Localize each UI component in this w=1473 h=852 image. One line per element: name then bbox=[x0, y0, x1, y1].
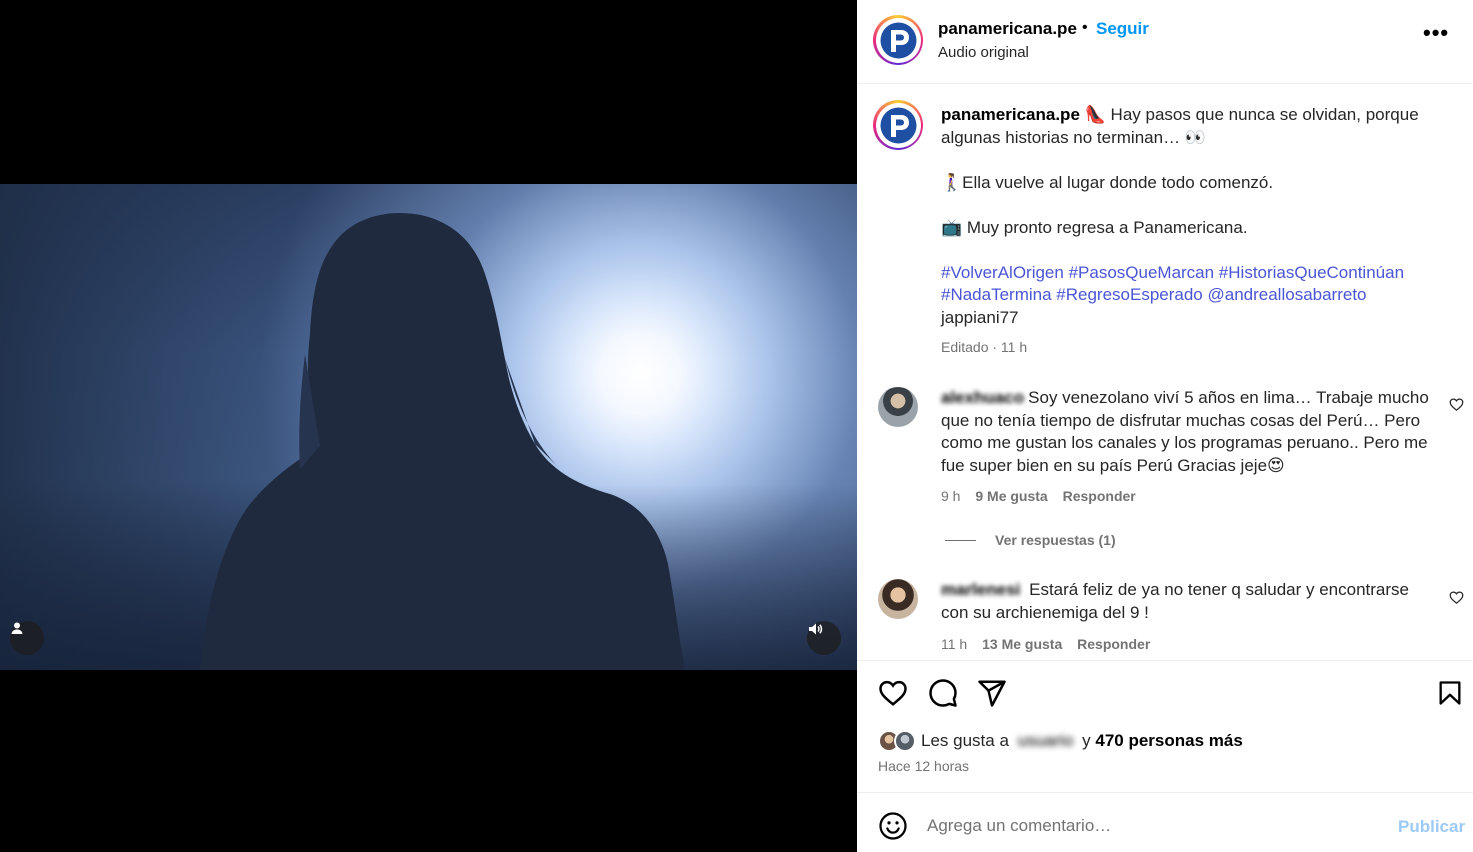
view-replies-button[interactable]: Ver respuestas (1) bbox=[945, 532, 1116, 548]
comment-like-heart-icon[interactable] bbox=[1449, 590, 1464, 605]
comment-time: 11 h bbox=[941, 636, 968, 652]
more-options-icon[interactable]: ••• bbox=[1423, 20, 1449, 46]
comment-likes[interactable]: 9 Me gusta bbox=[975, 488, 1047, 504]
heart-eyes-emoji-icon: 😍 bbox=[1267, 455, 1285, 475]
panamericana-logo-icon bbox=[878, 20, 918, 60]
replies-divider bbox=[945, 539, 976, 541]
silhouette-figure bbox=[0, 184, 857, 670]
likes-text: Les gusta a usuario y 470 personas más bbox=[921, 731, 1243, 751]
comment-time: 9 h bbox=[941, 488, 961, 504]
edited-timestamp: Editado · 11 h bbox=[941, 339, 1028, 355]
post-time: Hace 12 horas bbox=[878, 758, 970, 774]
hashtags-line-2[interactable]: #NadaTermina #RegresoEsperado @andreallo… bbox=[941, 284, 1441, 307]
comment-like-heart-icon[interactable] bbox=[1449, 397, 1464, 412]
emoji-smiley-icon[interactable] bbox=[878, 811, 908, 841]
author-avatar[interactable] bbox=[873, 15, 923, 65]
publish-button[interactable]: Publicar bbox=[1398, 817, 1465, 837]
likes-count[interactable]: 470 personas más bbox=[1095, 731, 1242, 750]
caption-mention: jappiani77 bbox=[941, 307, 1019, 327]
caption-line-3: Muy pronto regresa a Panamericana. bbox=[966, 217, 1248, 237]
comment-meta: 9 h 9 Me gusta Responder bbox=[941, 488, 1147, 504]
sound-toggle-button[interactable] bbox=[807, 621, 841, 655]
comment-likes[interactable]: 13 Me gusta bbox=[982, 636, 1062, 652]
divider bbox=[857, 792, 1473, 793]
commenter-username[interactable]: alexhuaco bbox=[941, 387, 1024, 410]
separator-dot: • bbox=[1082, 19, 1088, 36]
view-replies-label: Ver respuestas (1) bbox=[995, 532, 1116, 548]
caption-line-2: Ella vuelve al lugar donde todo comenzó. bbox=[962, 172, 1274, 192]
reply-button[interactable]: Responder bbox=[1063, 488, 1136, 504]
tagged-users-button[interactable] bbox=[10, 621, 44, 655]
hashtags-line-1[interactable]: #VolverAlOrigen #PasosQueMarcan #Histori… bbox=[941, 262, 1441, 285]
like-heart-icon[interactable] bbox=[878, 678, 908, 708]
share-send-icon[interactable] bbox=[977, 678, 1007, 708]
caption-author-avatar[interactable] bbox=[873, 100, 923, 150]
post-side-panel: panamericana.pe • Seguir Audio original … bbox=[857, 0, 1473, 852]
comment-bubble-icon[interactable] bbox=[928, 678, 958, 708]
commenter-username[interactable]: marlenesi bbox=[941, 579, 1020, 602]
woman-walking-emoji-icon: 🚶‍♀️ bbox=[941, 172, 963, 192]
eyes-emoji-icon: 👀 bbox=[1184, 127, 1206, 147]
follow-button[interactable]: Seguir bbox=[1096, 19, 1149, 39]
volume-icon bbox=[809, 623, 823, 635]
audio-label[interactable]: Audio original bbox=[938, 44, 1029, 61]
likes-prefix: Les gusta a bbox=[921, 731, 1009, 750]
comment-text: marlenesi Estará feliz de ya no tener q … bbox=[941, 579, 1436, 624]
media-panel bbox=[0, 0, 857, 852]
save-bookmark-icon[interactable] bbox=[1436, 678, 1464, 708]
instagram-post-view: panamericana.pe • Seguir Audio original … bbox=[0, 0, 1473, 852]
caption-username[interactable]: panamericana.pe bbox=[941, 105, 1080, 124]
divider bbox=[857, 660, 1473, 661]
likes-middle: y bbox=[1082, 731, 1091, 750]
author-username[interactable]: panamericana.pe bbox=[938, 19, 1077, 39]
video-player[interactable] bbox=[0, 184, 857, 670]
shoe-emoji-icon: 👠 bbox=[1084, 105, 1106, 124]
liker-avatar bbox=[894, 730, 916, 752]
commenter-avatar[interactable] bbox=[878, 579, 918, 619]
likes-summary[interactable]: Les gusta a usuario y 470 personas más bbox=[878, 730, 1243, 752]
tv-emoji-icon: 📺 bbox=[941, 217, 963, 237]
post-caption: panamericana.pe 👠 Hay pasos que nunca se… bbox=[941, 104, 1441, 329]
panamericana-logo-icon bbox=[878, 105, 918, 145]
liker-username[interactable]: usuario bbox=[1018, 731, 1074, 751]
comment-input[interactable] bbox=[927, 812, 1367, 840]
reply-button[interactable]: Responder bbox=[1077, 636, 1150, 652]
person-icon bbox=[11, 622, 23, 634]
comment-meta: 11 h 13 Me gusta Responder bbox=[941, 636, 1161, 652]
post-header: panamericana.pe • Seguir Audio original … bbox=[857, 0, 1473, 84]
commenter-avatar[interactable] bbox=[878, 387, 918, 427]
comment-text: alexhuaco Soy venezolano viví 5 años en l… bbox=[941, 387, 1436, 477]
